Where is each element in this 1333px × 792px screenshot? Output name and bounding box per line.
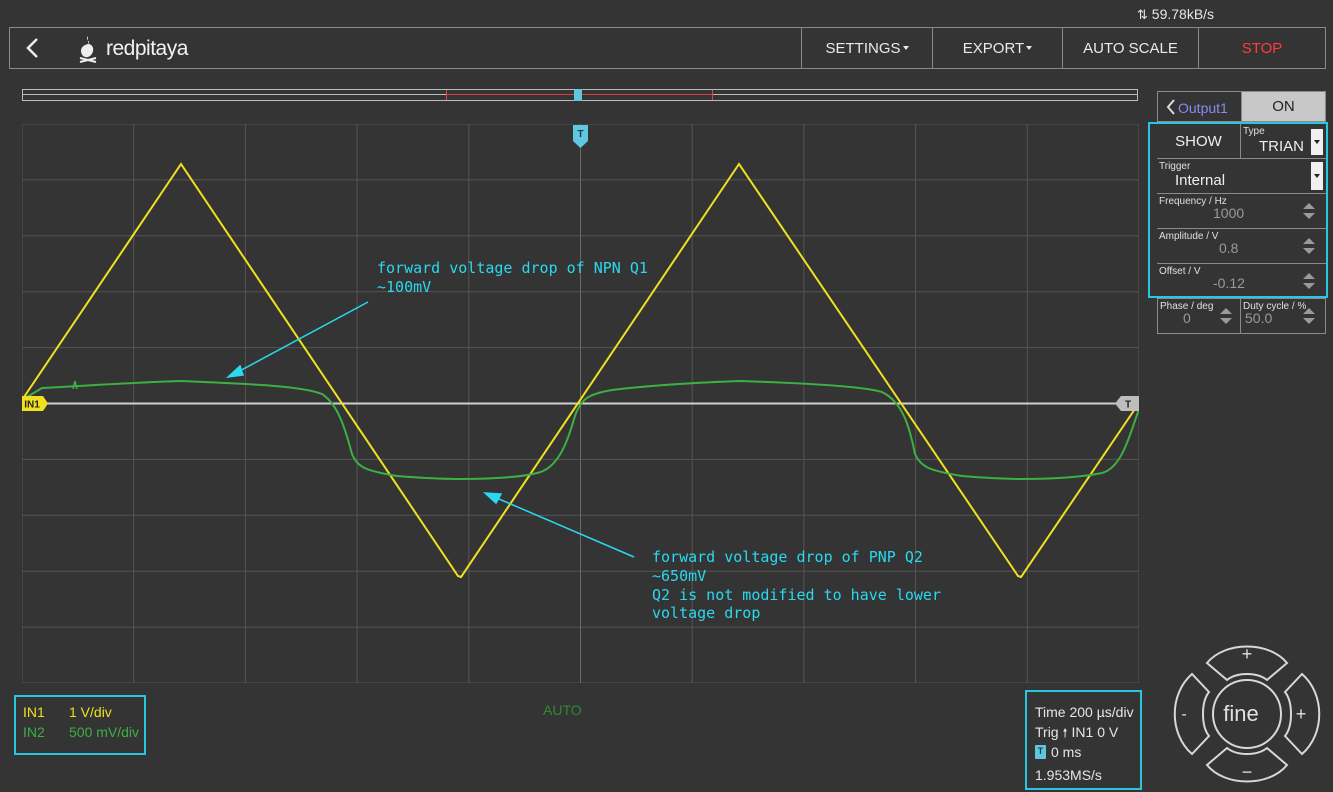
in1-scale: 1 V/div xyxy=(69,704,112,720)
settings-label: SETTINGS xyxy=(825,39,901,57)
offset-spinner-icon[interactable] xyxy=(1302,272,1316,290)
trigger-marker-label: T xyxy=(577,129,583,140)
trigger-source-label: Trigger xyxy=(1159,161,1191,172)
output1-tab[interactable]: Output1 xyxy=(1157,91,1241,122)
top-navigation: redpitaya SETTINGS EXPORT AUTO SCALE STO… xyxy=(9,27,1326,69)
chevron-left-icon xyxy=(1166,99,1175,115)
offset-label: Offset / V xyxy=(1159,266,1201,277)
annotation-npn-title: forward voltage drop of NPN Q1 xyxy=(377,259,648,277)
auto-scale-button[interactable]: AUTO SCALE xyxy=(1062,28,1198,68)
trigger-mode-status: AUTO xyxy=(543,702,582,718)
phase-value[interactable]: 0 xyxy=(1183,310,1191,326)
in2-label: IN2 xyxy=(23,724,45,740)
jog-plus-label: + xyxy=(1242,644,1253,664)
type-label: Type xyxy=(1243,126,1265,137)
rising-edge-icon: 🠕 xyxy=(1062,726,1068,740)
jog-left-label: - xyxy=(1181,706,1186,723)
jog-right-label: + xyxy=(1296,704,1307,724)
caret-down-icon xyxy=(1026,46,1033,50)
trigger-dropdown-toggle[interactable] xyxy=(1311,162,1323,190)
amplitude-spinner-icon[interactable] xyxy=(1302,237,1316,255)
show-button[interactable]: SHOW xyxy=(1157,124,1241,159)
auto-scale-label: AUTO SCALE xyxy=(1083,39,1178,57)
amplitude-field[interactable]: Amplitude / V 0.8 xyxy=(1157,229,1326,264)
trigger-delay: T 0 ms xyxy=(1035,744,1081,760)
pitaya-logo-icon xyxy=(79,36,97,63)
caret-down-icon xyxy=(902,46,909,50)
sample-rate: 1.953MS/s xyxy=(1035,767,1102,783)
amplitude-label: Amplitude / V xyxy=(1159,231,1219,242)
jog-wheel[interactable]: + − - + fine xyxy=(1167,636,1327,792)
show-label: SHOW xyxy=(1175,132,1222,150)
fine-label: fine xyxy=(1223,701,1258,726)
type-select[interactable]: Type TRIAN xyxy=(1241,124,1326,159)
annotation-pnp-note2: voltage drop xyxy=(652,604,760,622)
trigger-info: Trig 🠕 IN1 0 V xyxy=(1035,724,1118,745)
duty-cycle-spinner-icon[interactable] xyxy=(1302,307,1316,325)
trigger-source: IN1 0 V xyxy=(1071,724,1119,740)
output-on-label: ON xyxy=(1272,98,1295,115)
back-arrow-icon[interactable] xyxy=(22,36,46,60)
export-menu-button[interactable]: EXPORT xyxy=(932,28,1062,68)
settings-menu-button[interactable]: SETTINGS xyxy=(801,28,932,68)
logo-text: redpitaya xyxy=(106,37,188,60)
annotation-pnp-value: ~650mV xyxy=(652,567,706,585)
annotation-pnp-title: forward voltage drop of PNP Q2 xyxy=(652,548,923,566)
in1-offset-marker[interactable]: IN1 xyxy=(22,396,48,411)
type-value: TRIAN xyxy=(1259,138,1304,155)
timeline-trigger-marker[interactable] xyxy=(574,89,582,101)
in1-marker-label: IN1 xyxy=(24,400,40,411)
frequency-field[interactable]: Frequency / Hz 1000 xyxy=(1157,194,1326,229)
in2-scale: 500 mV/div xyxy=(69,724,140,740)
upload-download-icon: ⇅ xyxy=(1137,7,1148,22)
trigger-delay-icon: T xyxy=(1035,745,1046,759)
trigger-delay-value: 0 ms xyxy=(1051,744,1082,760)
caret-down-icon xyxy=(1314,174,1320,178)
trigger-label: Trig xyxy=(1035,724,1059,740)
jog-minus-label: − xyxy=(1242,762,1253,782)
channel-scale-box[interactable]: IN1 1 V/div IN2 500 mV/div xyxy=(14,695,146,755)
oscilloscope-plot[interactable]: T IN1 T forward voltage drop of NPN Q1 ~… xyxy=(22,124,1139,683)
jog-left-segment[interactable] xyxy=(1173,672,1211,756)
stop-label: STOP xyxy=(1241,39,1283,57)
caret-down-icon xyxy=(1314,140,1320,144)
output-on-button[interactable]: ON xyxy=(1241,91,1326,122)
stop-button[interactable]: STOP xyxy=(1198,28,1325,68)
buffer-timeline[interactable] xyxy=(22,89,1138,101)
timebase-value: Time 200 µs/div xyxy=(1035,704,1134,720)
output1-label: Output1 xyxy=(1178,100,1228,116)
phase-spinner-icon[interactable] xyxy=(1219,307,1233,325)
in1-label: IN1 xyxy=(23,704,45,720)
annotation-npn-value: ~100mV xyxy=(377,278,431,296)
trigger-source-value: Internal xyxy=(1175,172,1226,189)
network-speed: ⇅ 59.78kB/s xyxy=(1137,6,1214,23)
frequency-spinner-icon[interactable] xyxy=(1302,202,1316,220)
offset-field[interactable]: Offset / V -0.12 xyxy=(1157,264,1326,299)
network-speed-value: 59.78kB/s xyxy=(1151,6,1215,22)
export-label: EXPORT xyxy=(962,39,1025,57)
offset-value[interactable]: -0.12 xyxy=(1213,275,1245,291)
timebase-box[interactable]: Time 200 µs/div Trig 🠕 IN1 0 V T 0 ms 1.… xyxy=(1025,690,1142,790)
type-dropdown-toggle[interactable] xyxy=(1311,129,1323,155)
annotation-pnp-note1: Q2 is not modified to have lower xyxy=(652,586,941,604)
trigger-select[interactable]: Trigger Internal xyxy=(1157,159,1326,194)
amplitude-value[interactable]: 0.8 xyxy=(1219,240,1238,256)
duty-cycle-field[interactable]: Duty cycle / % 50.0 xyxy=(1241,299,1326,334)
duty-cycle-value[interactable]: 50.0 xyxy=(1245,310,1272,326)
phase-field[interactable]: Phase / deg 0 xyxy=(1157,299,1241,334)
trigger-level-label: T xyxy=(1125,400,1131,411)
frequency-value[interactable]: 1000 xyxy=(1213,205,1244,221)
redpitaya-logo: redpitaya xyxy=(76,34,188,64)
